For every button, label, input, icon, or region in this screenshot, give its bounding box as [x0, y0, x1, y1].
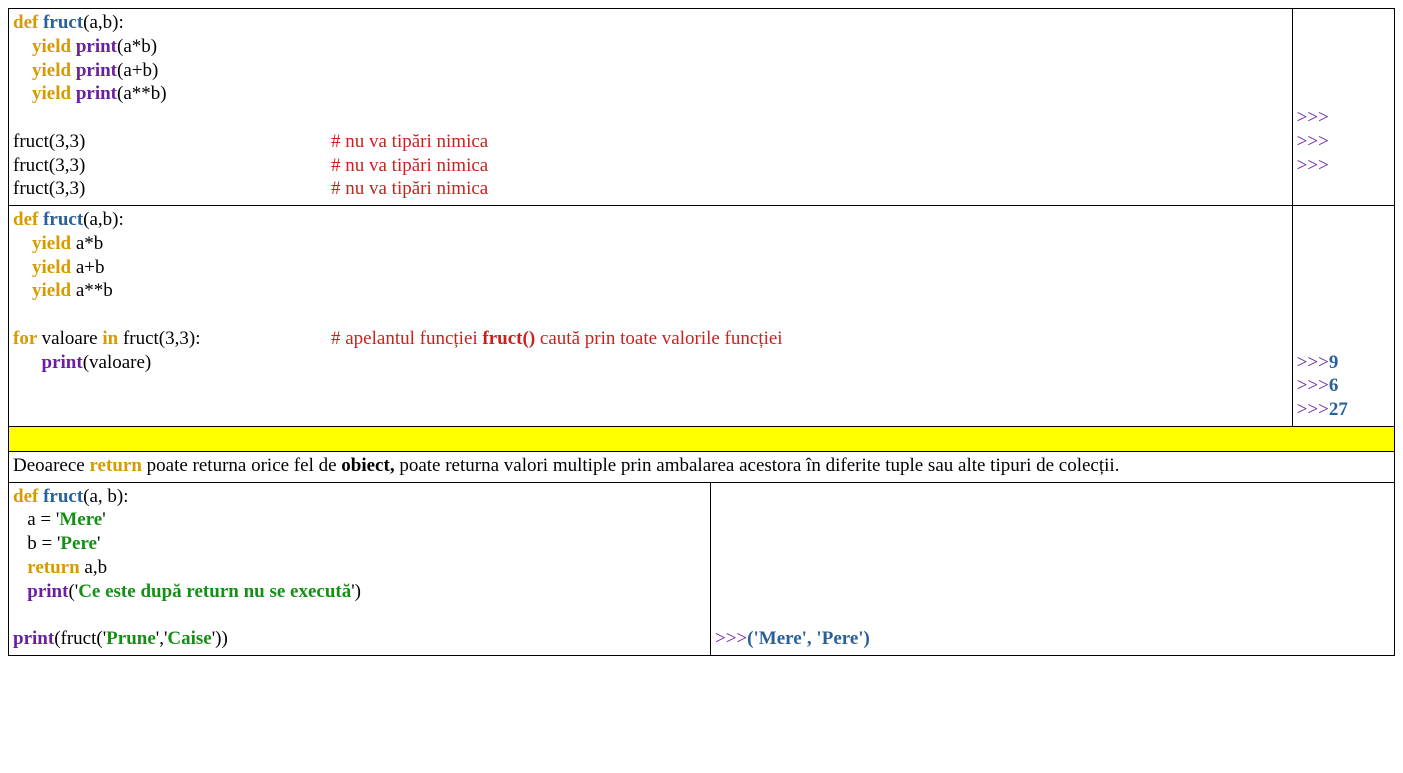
kw-for: for — [13, 328, 42, 349]
string-literal: Prune — [106, 628, 156, 649]
expr: a*b — [76, 233, 103, 254]
para-t3: poate returna valori multiple prin ambal… — [395, 455, 1120, 476]
assign: a = — [13, 509, 56, 530]
call-open: (fruct( — [54, 628, 103, 649]
assign: b = — [13, 533, 57, 554]
args: (a**b) — [117, 83, 167, 104]
builtin-print: print — [76, 36, 117, 57]
comment-post: caută prin toate valorile funcției — [535, 328, 782, 349]
out-value: ('Mere', 'Pere') — [747, 628, 870, 649]
call: fruct(3,3) — [13, 130, 331, 154]
fn-name: fruct — [43, 209, 83, 230]
kw-yield: yield — [13, 60, 76, 81]
quote: ' — [97, 533, 100, 554]
example-4-code: def fruct(a, b): a = 'Mere' b = 'Pere' r… — [9, 482, 711, 655]
args: (valoare) — [83, 352, 152, 373]
builtin-print: print — [13, 628, 54, 649]
builtin-print: print — [76, 83, 117, 104]
kw-def: def — [13, 209, 43, 230]
kw-in: in — [102, 328, 123, 349]
prompt: >>> — [1297, 155, 1329, 176]
args: (a,b): — [83, 12, 124, 33]
example-1-output: >>> >>> >>> — [1292, 9, 1394, 206]
call: fruct(3,3): — [123, 328, 201, 349]
kw-return: return — [27, 557, 84, 578]
kw-return: return — [89, 455, 141, 476]
builtin-print: print — [42, 352, 83, 373]
builtin-print: print — [27, 581, 68, 602]
args: (a*b) — [117, 36, 157, 57]
example-1-code: def fruct(a,b): yield print(a*b) yield p… — [9, 9, 1293, 206]
string-literal: Mere — [59, 509, 102, 530]
comment: # nu va tipări nimica — [331, 178, 488, 199]
call: fruct(3,3) — [13, 154, 331, 178]
explanation-row: Deoarece return poate returna orice fel … — [9, 451, 1395, 482]
fn-name: fruct — [43, 12, 83, 33]
example-row-1: def fruct(a,b): yield print(a*b) yield p… — [9, 9, 1395, 206]
example-row-4: def fruct(a, b): a = 'Mere' b = 'Pere' r… — [9, 482, 1395, 655]
prompt: >>> — [715, 628, 747, 649]
para-obiect: obiect, — [341, 455, 394, 476]
out-value: 6 — [1329, 375, 1339, 396]
call-close: )) — [215, 628, 228, 649]
paren: ) — [355, 581, 361, 602]
prompt: >>> — [1297, 107, 1329, 128]
kw-yield: yield — [13, 257, 76, 278]
para-t2: poate returna orice fel de — [142, 455, 341, 476]
call: fruct(3,3) — [13, 177, 331, 201]
example-row-2: def fruct(a,b): yield a*b yield a+b yiel… — [9, 206, 1395, 427]
out-value: 27 — [1329, 399, 1348, 420]
indent — [13, 581, 27, 602]
indent — [13, 557, 27, 578]
kw-yield: yield — [13, 36, 76, 57]
out-value: 9 — [1329, 352, 1339, 373]
string-literal: Caise — [167, 628, 211, 649]
comment-fn: fruct() — [482, 328, 535, 349]
fn-name: fruct — [43, 486, 83, 507]
yellow-separator — [9, 426, 1395, 451]
separator-row — [9, 426, 1395, 451]
para-t1: Deoarece — [13, 455, 89, 476]
example-2-code: def fruct(a,b): yield a*b yield a+b yiel… — [9, 206, 1293, 427]
quote: ' — [102, 509, 105, 530]
example-2-output: >>>9 >>>6 >>>27 — [1292, 206, 1394, 427]
expr: a+b — [76, 257, 105, 278]
kw-yield: yield — [13, 83, 76, 104]
loop-var: valoare — [42, 328, 103, 349]
expr: a**b — [76, 280, 113, 301]
example-4-output: >>>('Mere', 'Pere') — [711, 482, 1395, 655]
prompt: >>> — [1297, 375, 1329, 396]
args: (a+b) — [117, 60, 158, 81]
kw-yield: yield — [13, 233, 76, 254]
comment: # apelantul funcției fruct() caută prin … — [331, 328, 783, 349]
string-literal: Pere — [60, 533, 97, 554]
prompt: >>> — [1297, 352, 1329, 373]
explanation-text: Deoarece return poate returna orice fel … — [9, 451, 1395, 482]
prompt: >>> — [1297, 399, 1329, 420]
args: (a, b): — [83, 486, 128, 507]
string-literal: Ce este după return nu se execută — [78, 581, 351, 602]
code-examples-table: def fruct(a,b): yield print(a*b) yield p… — [8, 8, 1395, 656]
comment-pre: # apelantul funcției — [331, 328, 482, 349]
args: (a,b): — [83, 209, 124, 230]
indent — [13, 352, 42, 373]
expr: a,b — [84, 557, 107, 578]
prompt: >>> — [1297, 131, 1329, 152]
kw-def: def — [13, 486, 43, 507]
kw-def: def — [13, 12, 43, 33]
comment: # nu va tipări nimica — [331, 131, 488, 152]
comment: # nu va tipări nimica — [331, 155, 488, 176]
kw-yield: yield — [13, 280, 76, 301]
builtin-print: print — [76, 60, 117, 81]
